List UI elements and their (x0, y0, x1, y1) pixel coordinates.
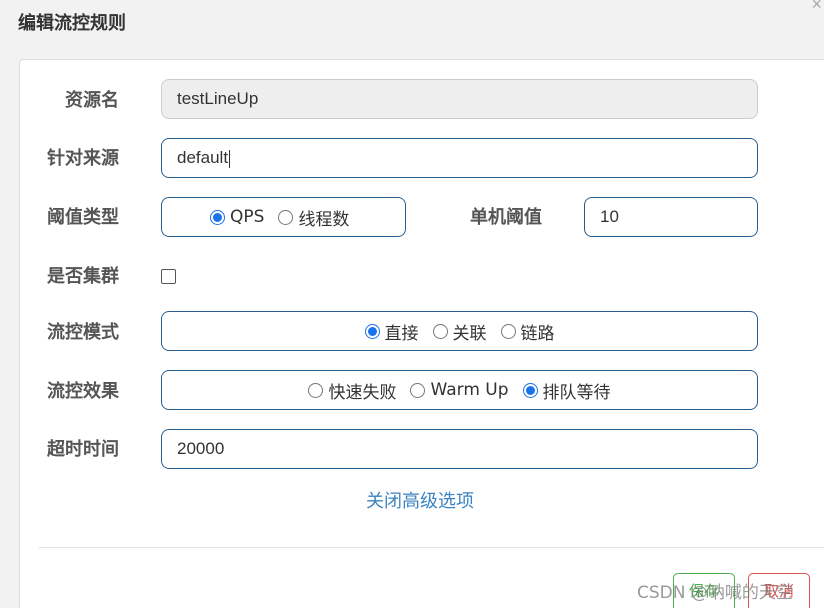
text-caret (229, 149, 231, 168)
radio-unchecked-icon[interactable] (500, 323, 516, 339)
resource-value: testLineUp (177, 89, 259, 108)
behavior-option-warm-up[interactable]: Warm Up (410, 380, 509, 400)
strategy-option-direct[interactable]: 直接 (364, 319, 419, 344)
timeout-input[interactable]: 20000 (161, 429, 758, 469)
radio-checked-icon[interactable] (364, 323, 380, 339)
dialog-title: 编辑流控规则 (18, 13, 126, 34)
strategy-label: 流控模式 (47, 322, 119, 343)
radio-unchecked-icon[interactable] (410, 382, 426, 398)
limit-app-value: default (177, 148, 229, 167)
limit-app-label: 针对来源 (47, 148, 119, 169)
timeout-label: 超时时间 (47, 439, 119, 460)
footer-divider (39, 547, 824, 548)
resource-label: 资源名 (65, 90, 119, 111)
grade-label: 阈值类型 (47, 207, 119, 228)
strategy-radio-group: 直接 关联 链路 (161, 311, 758, 351)
behavior-option-queue[interactable]: 排队等待 (522, 378, 611, 403)
grade-option-thread[interactable]: 线程数 (278, 205, 349, 230)
radio-checked-icon[interactable] (210, 209, 225, 225)
watermark: CSDN @呐喊的天空 (637, 583, 793, 603)
control-behavior-radio-group: 快速失败 Warm Up 排队等待 (161, 370, 758, 410)
grade-option-qps[interactable]: QPS (210, 207, 264, 227)
limit-app-input[interactable]: default (161, 138, 758, 178)
close-icon[interactable]: × (811, 0, 822, 15)
grade-radio-group: QPS 线程数 (161, 197, 406, 237)
radio-unchecked-icon[interactable] (432, 323, 448, 339)
strategy-option-chain[interactable]: 链路 (500, 319, 555, 344)
strategy-option-relate[interactable]: 关联 (432, 319, 487, 344)
control-behavior-label: 流控效果 (47, 381, 119, 402)
threshold-input[interactable]: 10 (584, 197, 758, 237)
radio-unchecked-icon[interactable] (308, 382, 324, 398)
threshold-value: 10 (600, 207, 619, 226)
close-advanced-options-link[interactable]: 关闭高级选项 (366, 487, 474, 513)
radio-unchecked-icon[interactable] (278, 209, 294, 225)
cluster-label: 是否集群 (47, 266, 119, 287)
radio-checked-icon[interactable] (522, 382, 538, 398)
cluster-checkbox[interactable] (161, 269, 176, 284)
timeout-value: 20000 (177, 439, 225, 458)
resource-input: testLineUp (161, 79, 758, 119)
behavior-option-fast-fail[interactable]: 快速失败 (308, 378, 396, 403)
threshold-label: 单机阈值 (470, 207, 542, 228)
